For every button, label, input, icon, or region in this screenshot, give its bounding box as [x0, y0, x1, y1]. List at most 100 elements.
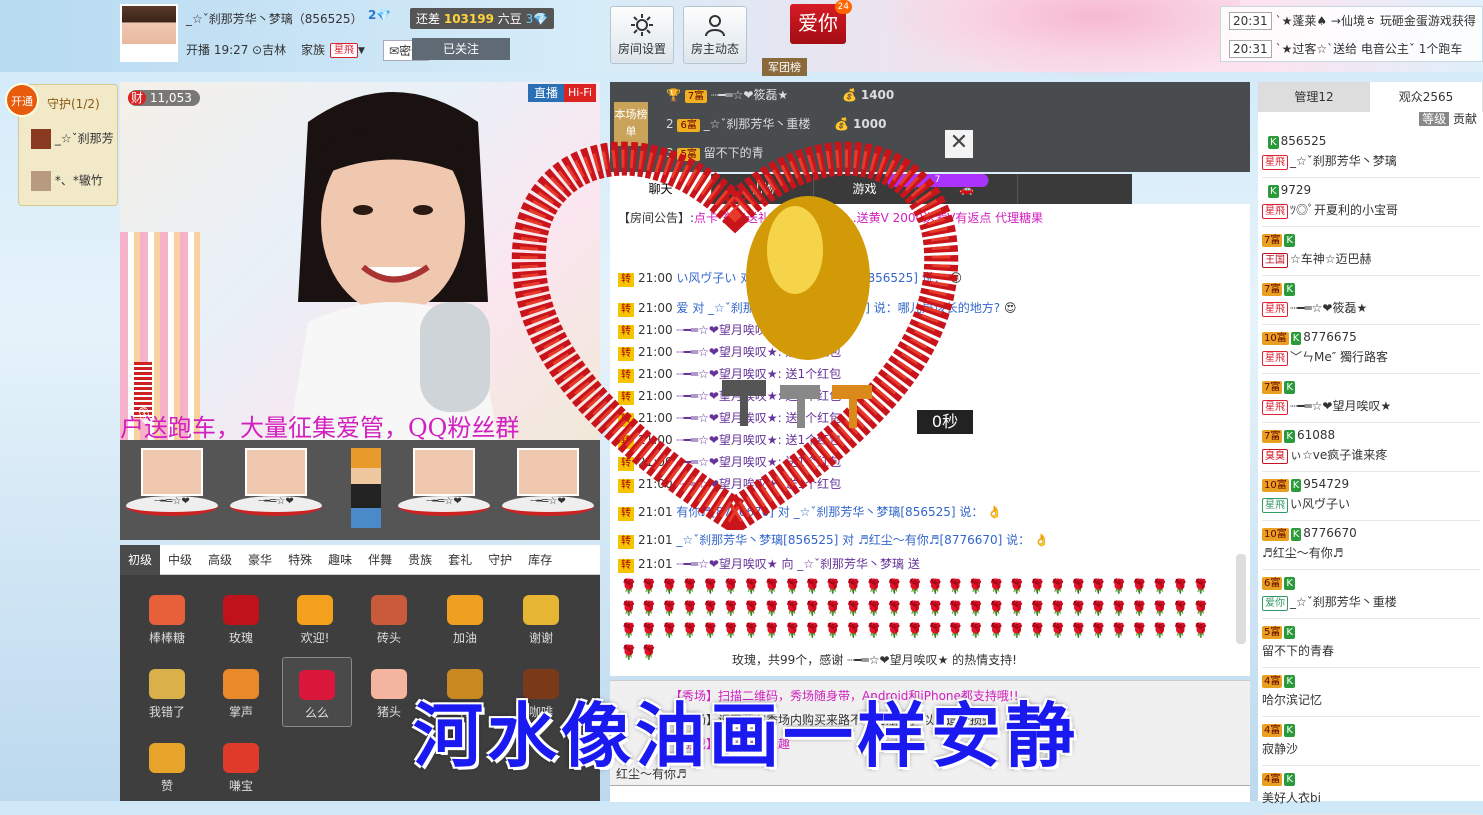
viewer-row[interactable]: 4富 K 哈尔滨记忆: [1262, 669, 1480, 717]
gift-item[interactable]: 掌声: [206, 651, 276, 721]
mic-seat[interactable]: ┈━═☆❤: [502, 448, 594, 534]
room-settings-button[interactable]: 房间设置: [610, 6, 674, 64]
tab-gift-stock[interactable]: 库存: [520, 545, 560, 575]
tab-gift-basic[interactable]: 初级: [120, 545, 161, 575]
viewer-name[interactable]: 留不下的青春: [1262, 644, 1334, 658]
viewer-id: 8776675: [1303, 330, 1357, 344]
video-stream[interactable]: 财 11,053 直播 Hi-Fi 🎙 户送跑车，大量征集爱管，QQ粉丝群: [120, 82, 600, 442]
viewer-row[interactable]: K 9729 星飛 ﾂ◎ﾟ开夏利的小宝哥: [1262, 179, 1480, 227]
scroll-banner: 户送跑车，大量征集爱管，QQ粉丝群: [120, 414, 520, 442]
applause-icon: [223, 669, 259, 699]
news-item[interactable]: 20:31 ˋ★蓬莱♠ →仙境ㅎ 玩砸金蛋游戏获得: [1221, 7, 1482, 35]
session-rank-board: 本场榜单 🏆 7富 ┈━═☆❤筱磊★ 💰 1400 2 6富 _☆ˇ刹那芳华丶重…: [610, 82, 1250, 172]
viewer-row[interactable]: 10富 K 954729 星飛 い风ヴ子い: [1262, 473, 1480, 521]
viewer-row[interactable]: 10富 K 8776675 星飛 ﹀ㄣMe″ 獨行路客: [1262, 326, 1480, 374]
guard-member[interactable]: *、*辙竹: [31, 171, 103, 191]
open-guard-button[interactable]: 开通: [5, 83, 39, 117]
gift-item[interactable]: 嗛宝: [206, 725, 276, 795]
tab-chat[interactable]: 聊天: [610, 174, 712, 204]
chat-log[interactable]: 【房间公告】:点卡 充值送礼...卡 充值送礼...送黄V 2000送紫V有返点…: [610, 204, 1250, 676]
vip-icon: K: [1290, 479, 1302, 492]
viewer-name-line: 星飛 ┈━═☆❤筱磊★: [1262, 299, 1480, 317]
tab-gift-set[interactable]: 套礼: [440, 545, 480, 575]
gift-item[interactable]: 欢迎!: [280, 577, 350, 647]
gift-item[interactable]: 棒棒糖: [132, 577, 202, 647]
sort-contrib-button[interactable]: 贡献: [1453, 112, 1477, 126]
viewer-name[interactable]: 寂静沙: [1262, 742, 1298, 756]
family-badge: 臭臭: [1262, 449, 1288, 464]
viewer-name[interactable]: ┈━═☆❤望月唉叹★: [1290, 399, 1391, 413]
viewer-name[interactable]: ♬红尘～有你♬: [1262, 546, 1344, 560]
rank-row[interactable]: 2 6富 _☆ˇ刹那芳华丶重楼 💰 1000: [666, 113, 886, 135]
viewer-row[interactable]: K 856525 星飛 _☆ˇ刹那芳华丶梦璃: [1262, 130, 1480, 178]
viewer-row[interactable]: 5富 K 留不下的青春: [1262, 620, 1480, 668]
love-button[interactable]: 爱你 24: [790, 0, 852, 44]
hifi-badge[interactable]: Hi-Fi: [564, 84, 596, 102]
chat-input[interactable]: [610, 785, 1250, 802]
army-rank-button[interactable]: 军团榜: [762, 58, 807, 76]
family-badge: 星飛: [1262, 498, 1288, 513]
viewer-row[interactable]: 4富 K 美好人衣bi: [1262, 767, 1480, 815]
rank-row[interactable]: 🏆 7富 ┈━═☆❤筱磊★ 💰 1400: [666, 84, 894, 106]
follow-button[interactable]: 已关注: [412, 38, 510, 60]
guard-member[interactable]: _☆ˇ刹那芳: [31, 129, 114, 149]
tab-cars[interactable]: 🚗 7: [887, 174, 1018, 204]
tab-gift-noble[interactable]: 贵族: [400, 545, 440, 575]
gift-item[interactable]: 谢谢: [506, 577, 576, 647]
viewer-name[interactable]: ぃ☆ve疯子谁来疼: [1290, 448, 1387, 462]
gift-item[interactable]: 砖头: [354, 577, 424, 647]
tab-gifts[interactable]: 礼物: [712, 174, 814, 204]
tab-gift-high[interactable]: 高级: [200, 545, 240, 575]
mic-seat[interactable]: ┈━═☆❤: [126, 448, 218, 534]
gift-item[interactable]: 玫瑰: [206, 577, 276, 647]
viewer-row[interactable]: 10富 K 8776670 ♬红尘～有你♬: [1262, 522, 1480, 570]
host-feed-button[interactable]: 房主动态: [683, 6, 747, 64]
viewer-name[interactable]: 哈尔滨记忆: [1262, 693, 1322, 707]
viewer-row[interactable]: 7富 K 王国 ☆车神☆迈巴赫: [1262, 228, 1480, 276]
viewer-row[interactable]: 6富 K 爱你 _☆ˇ刹那芳华丶重楼: [1262, 571, 1480, 619]
mic-seat[interactable]: ┈━═☆❤: [398, 448, 490, 534]
avatar: [31, 171, 51, 191]
viewer-name[interactable]: ﹀ㄣMe″ 獨行路客: [1290, 350, 1388, 364]
viewer-id: 9729: [1280, 183, 1312, 197]
host-avatar[interactable]: [120, 4, 178, 62]
host-name[interactable]: _☆ˇ刹那芳华丶梦璃（856525）: [186, 10, 363, 27]
vip-icon: K: [1284, 381, 1295, 394]
tab-gift-special[interactable]: 特殊: [280, 545, 320, 575]
viewer-row[interactable]: 7富 K 星飛 ┈━═☆❤望月唉叹★: [1262, 375, 1480, 423]
viewer-row[interactable]: 7富 K 61088 臭臭 ぃ☆ve疯子谁来疼: [1262, 424, 1480, 472]
tab-gift-dance[interactable]: 伴舞: [360, 545, 400, 575]
chat-scrollbar[interactable]: [1236, 554, 1246, 644]
viewer-name[interactable]: ☆车神☆迈巴赫: [1290, 252, 1372, 266]
sort-level-button[interactable]: 等级: [1419, 112, 1450, 126]
viewer-name-line: 王国 ☆车神☆迈巴赫: [1262, 250, 1480, 268]
gift-item[interactable]: 赞: [132, 725, 202, 795]
gift-item-selected[interactable]: 么么: [282, 657, 352, 727]
tab-audience[interactable]: 观众2565: [1370, 82, 1482, 112]
mic-seat[interactable]: ┈━═☆❤: [230, 448, 322, 534]
viewer-badges: 7富 K: [1262, 375, 1480, 394]
tab-gift-guard[interactable]: 守护: [480, 545, 520, 575]
viewer-row[interactable]: 4富 K 寂静沙: [1262, 718, 1480, 766]
tab-gift-mid[interactable]: 中级: [160, 545, 200, 575]
rank-row[interactable]: 3 5富 留不下的青: [666, 142, 764, 164]
tab-admin[interactable]: 管理12: [1258, 82, 1370, 112]
viewer-name[interactable]: 美好人衣bi: [1262, 791, 1321, 805]
guard-panel: 开通 守护(1/2) _☆ˇ刹那芳 *、*辙竹: [5, 83, 118, 206]
close-icon[interactable]: ✕: [945, 130, 973, 158]
family-badge[interactable]: 星飛 ▼: [330, 42, 365, 58]
news-item[interactable]: 20:31 ˋ★过客☆ˋ送给 电音公主ˇ 1个跑车: [1221, 35, 1482, 63]
viewer-name[interactable]: ﾂ◎ﾟ开夏利的小宝哥: [1290, 203, 1398, 217]
chat-line: 转 21:01 _☆ˇ刹那芳华丶梦璃[856525] 对 ♬红尘～有你♬[8776…: [618, 530, 1049, 550]
viewer-name[interactable]: _☆ˇ刹那芳华丶重楼: [1290, 595, 1397, 609]
tab-gift-fun[interactable]: 趣味: [320, 545, 360, 575]
viewer-name[interactable]: _☆ˇ刹那芳华丶梦璃: [1290, 154, 1397, 168]
wealth-badge: 财 11,053: [128, 90, 200, 106]
viewer-name[interactable]: い风ヴ子い: [1290, 497, 1350, 511]
gift-item[interactable]: 加油: [430, 577, 500, 647]
viewer-row[interactable]: 7富 K 星飛 ┈━═☆❤筱磊★: [1262, 277, 1480, 325]
gift-item[interactable]: 我错了: [132, 651, 202, 721]
viewer-name[interactable]: ┈━═☆❤筱磊★: [1290, 301, 1367, 315]
tab-gift-luxury[interactable]: 豪华: [240, 545, 280, 575]
chevron-down-icon[interactable]: ▼: [358, 46, 365, 56]
